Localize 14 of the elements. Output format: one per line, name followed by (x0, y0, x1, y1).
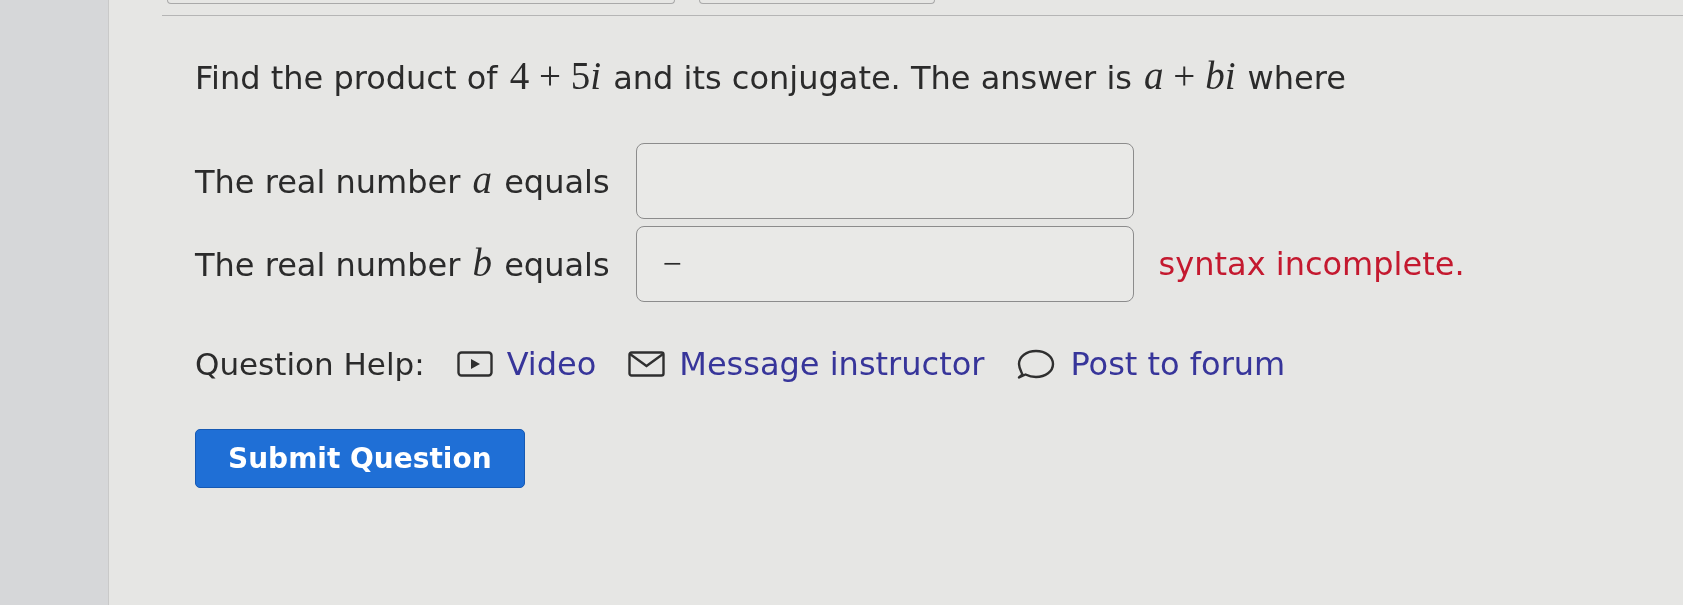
submit-button[interactable]: Submit Question (195, 429, 525, 488)
video-link[interactable]: Video (456, 345, 597, 383)
answer-field[interactable] (635, 143, 1134, 219)
error-message: syntax incomplete. (1158, 245, 1465, 283)
video-icon (456, 351, 493, 377)
help-label: Question Help: (195, 346, 425, 382)
answer-label: The real number b equals (195, 243, 610, 285)
answer-label: The real number a equals (195, 160, 610, 202)
forum-link[interactable]: Post to forum (1016, 345, 1286, 383)
envelope-icon (628, 351, 666, 377)
speech-bubble-icon (1016, 349, 1057, 379)
answer-field[interactable]: − (635, 226, 1134, 302)
message-link[interactable]: Message instructor (628, 345, 985, 383)
question-text: Find the product of 4 + 5i and its conjugate. The answer is a + bi where (195, 56, 1346, 98)
